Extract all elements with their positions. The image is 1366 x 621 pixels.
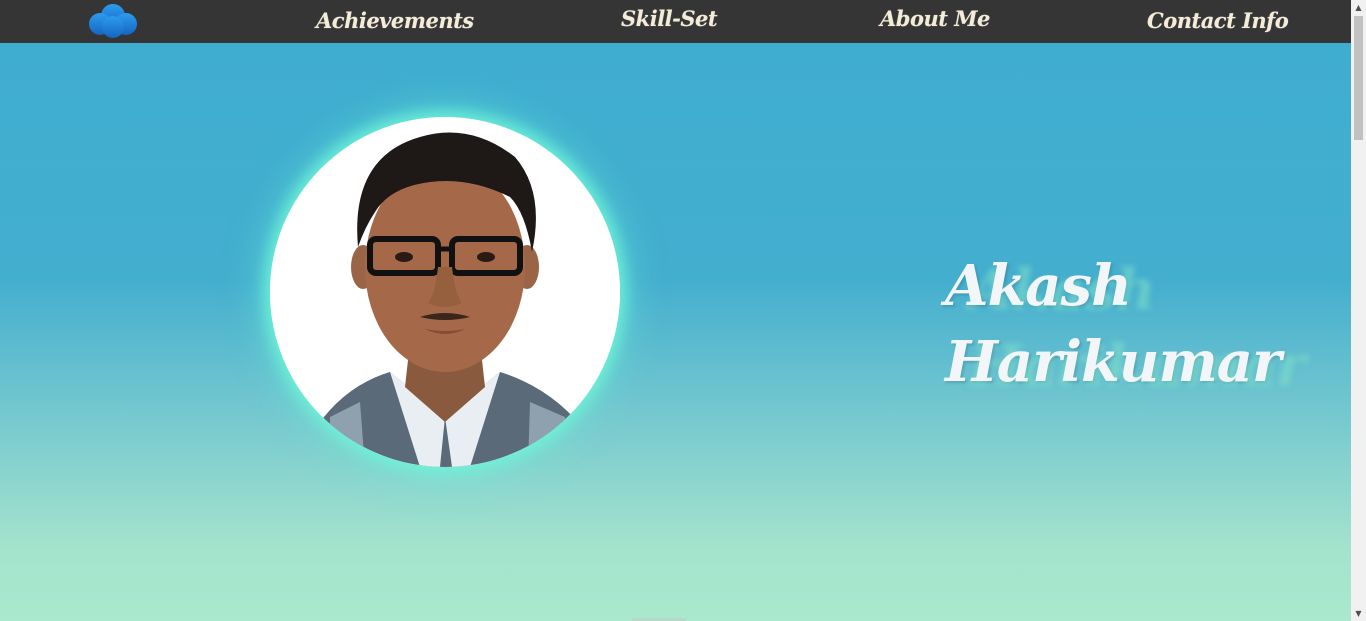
scroll-down-icon[interactable]: ▼ (1351, 606, 1366, 621)
hero-first-name: Akash (945, 253, 1132, 319)
navbar: Achievements Skill-Set About Me Contact … (0, 0, 1351, 43)
hero-last-name: Harikumar (945, 329, 1282, 395)
hero-name: Akash Harikumar (945, 248, 1282, 400)
cloud-icon[interactable] (88, 2, 138, 40)
nav-link-about-me[interactable]: About Me (880, 2, 990, 36)
nav-link-contact-info[interactable]: Contact Info (1147, 4, 1289, 38)
nav-link-skill-set[interactable]: Skill-Set (621, 2, 718, 36)
nav-link-achievements[interactable]: Achievements (316, 4, 474, 38)
scrollbar-thumb[interactable] (1354, 16, 1363, 140)
page: Achievements Skill-Set About Me Contact … (0, 0, 1366, 621)
portrait-illustration (270, 117, 620, 467)
scrollbar[interactable]: ▲ ▼ (1351, 0, 1366, 621)
hero-section: Achievements Skill-Set About Me Contact … (0, 0, 1351, 621)
scroll-up-icon[interactable]: ▲ (1351, 0, 1366, 15)
profile-photo (270, 117, 620, 467)
